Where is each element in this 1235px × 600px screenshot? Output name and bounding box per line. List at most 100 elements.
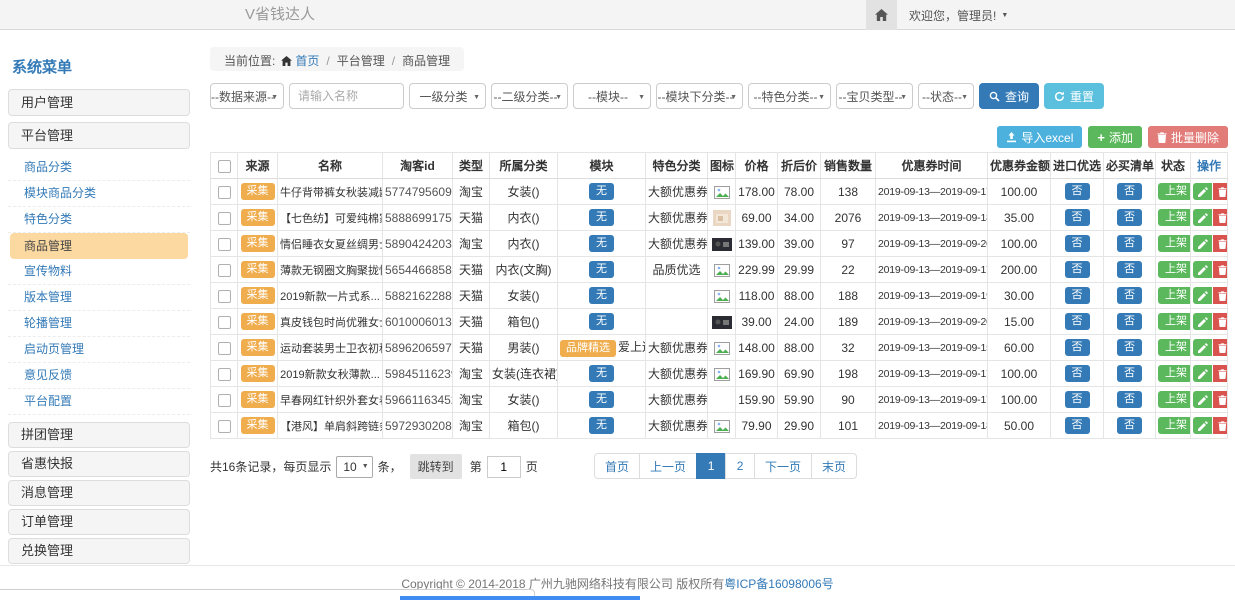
delete-button[interactable] [1213, 417, 1228, 434]
sidebar-group[interactable]: 订单管理 [8, 509, 190, 535]
sidebar-subitem[interactable]: 模块商品分类 [8, 181, 190, 207]
delete-button[interactable] [1213, 287, 1228, 304]
sidebar-group[interactable]: 用户管理 [8, 89, 190, 116]
delete-button[interactable] [1213, 261, 1228, 278]
edit-button[interactable] [1193, 365, 1212, 382]
sidebar-group[interactable]: 省惠快报 [8, 451, 190, 477]
pager-first[interactable]: 首页 [594, 453, 640, 479]
import-select-toggle[interactable]: 否 [1065, 235, 1090, 252]
status-on-shelf-button[interactable]: 上架 [1158, 261, 1191, 278]
sidebar-group[interactable]: 兑换管理 [8, 538, 190, 564]
row-checkbox[interactable] [218, 264, 231, 277]
filter-select[interactable]: --模块--▼ [573, 83, 651, 109]
sidebar-subitem[interactable]: 平台配置 [8, 389, 190, 415]
import-select-toggle[interactable]: 否 [1065, 313, 1090, 330]
row-checkbox[interactable] [218, 342, 231, 355]
row-checkbox[interactable] [218, 316, 231, 329]
page-number-input[interactable] [487, 456, 521, 478]
filter-select[interactable]: --宝贝类型--▼ [836, 83, 913, 109]
row-checkbox[interactable] [218, 186, 231, 199]
row-checkbox[interactable] [218, 394, 231, 407]
filter-select[interactable]: --模块下分类--▼ [656, 83, 743, 109]
status-on-shelf-button[interactable]: 上架 [1158, 365, 1191, 382]
row-checkbox[interactable] [218, 290, 231, 303]
must-buy-toggle[interactable]: 否 [1117, 261, 1142, 278]
sidebar-subitem[interactable]: 意见反馈 [8, 363, 190, 389]
must-buy-toggle[interactable]: 否 [1117, 235, 1142, 252]
row-checkbox[interactable] [218, 420, 231, 433]
must-buy-toggle[interactable]: 否 [1117, 417, 1142, 434]
status-on-shelf-button[interactable]: 上架 [1158, 209, 1191, 226]
pager-page-2[interactable]: 2 [725, 453, 755, 479]
bulk-delete-button[interactable]: 批量删除 [1148, 126, 1228, 148]
edit-button[interactable] [1193, 417, 1212, 434]
must-buy-toggle[interactable]: 否 [1117, 365, 1142, 382]
must-buy-toggle[interactable]: 否 [1117, 313, 1142, 330]
filter-select[interactable]: --特色分类--▼ [748, 83, 831, 109]
sidebar-subitem[interactable]: 宣传物料 [8, 259, 190, 285]
edit-button[interactable] [1193, 209, 1212, 226]
delete-button[interactable] [1213, 313, 1228, 330]
pager-page-1[interactable]: 1 [696, 453, 726, 479]
import-select-toggle[interactable]: 否 [1065, 183, 1090, 200]
pager-last[interactable]: 末页 [811, 453, 857, 479]
filter-select[interactable]: --数据来源--▼ [210, 83, 284, 109]
import-select-toggle[interactable]: 否 [1065, 391, 1090, 408]
edit-button[interactable] [1193, 235, 1212, 252]
status-on-shelf-button[interactable]: 上架 [1158, 391, 1191, 408]
sidebar-subitem[interactable]: 商品管理 [10, 233, 188, 259]
breadcrumb-home-link[interactable]: 首页 [295, 54, 319, 68]
must-buy-toggle[interactable]: 否 [1117, 339, 1142, 356]
row-checkbox[interactable] [218, 238, 231, 251]
sidebar-subitem[interactable]: 版本管理 [8, 285, 190, 311]
status-on-shelf-button[interactable]: 上架 [1158, 183, 1191, 200]
must-buy-toggle[interactable]: 否 [1117, 391, 1142, 408]
filter-select[interactable]: --二级分类--▼ [491, 83, 568, 109]
select-all-checkbox[interactable] [218, 160, 231, 173]
user-menu[interactable]: 欢迎您，管理员! ▼ [909, 7, 1008, 24]
status-on-shelf-button[interactable]: 上架 [1158, 417, 1191, 434]
must-buy-toggle[interactable]: 否 [1117, 183, 1142, 200]
sidebar-group[interactable]: 平台管理 [8, 122, 190, 149]
status-on-shelf-button[interactable]: 上架 [1158, 339, 1191, 356]
edit-button[interactable] [1193, 261, 1212, 278]
import-select-toggle[interactable]: 否 [1065, 287, 1090, 304]
sidebar-subitem[interactable]: 特色分类 [8, 207, 190, 233]
per-page-select[interactable]: 10 ▼ [336, 456, 372, 478]
import-select-toggle[interactable]: 否 [1065, 365, 1090, 382]
sidebar-group[interactable]: 消息管理 [8, 480, 190, 506]
edit-button[interactable] [1193, 313, 1212, 330]
delete-button[interactable] [1213, 183, 1228, 200]
must-buy-toggle[interactable]: 否 [1117, 287, 1142, 304]
sidebar-subitem[interactable]: 轮播管理 [8, 311, 190, 337]
status-on-shelf-button[interactable]: 上架 [1158, 287, 1191, 304]
delete-button[interactable] [1213, 339, 1228, 356]
edit-button[interactable] [1193, 391, 1212, 408]
pager-next[interactable]: 下一页 [754, 453, 812, 479]
pager-prev[interactable]: 上一页 [639, 453, 697, 479]
import-select-toggle[interactable]: 否 [1065, 209, 1090, 226]
sidebar-subitem[interactable]: 商品分类 [8, 155, 190, 181]
import-select-toggle[interactable]: 否 [1065, 261, 1090, 278]
delete-button[interactable] [1213, 365, 1228, 382]
jump-button[interactable]: 跳转到 [410, 454, 462, 479]
filter-select[interactable]: --状态--▼ [918, 83, 974, 109]
home-button[interactable] [866, 0, 897, 30]
filter-select[interactable]: 一级分类▼ [409, 83, 486, 109]
row-checkbox[interactable] [218, 368, 231, 381]
delete-button[interactable] [1213, 209, 1228, 226]
delete-button[interactable] [1213, 235, 1228, 252]
edit-button[interactable] [1193, 339, 1212, 356]
import-excel-button[interactable]: 导入excel [997, 126, 1082, 148]
delete-button[interactable] [1213, 391, 1228, 408]
icp-link[interactable]: 粤ICP备16098006号 [724, 575, 833, 592]
reset-button[interactable]: 重置 [1044, 83, 1104, 109]
status-on-shelf-button[interactable]: 上架 [1158, 313, 1191, 330]
row-checkbox[interactable] [218, 212, 231, 225]
import-select-toggle[interactable]: 否 [1065, 339, 1090, 356]
import-select-toggle[interactable]: 否 [1065, 417, 1090, 434]
status-on-shelf-button[interactable]: 上架 [1158, 235, 1191, 252]
sidebar-subitem[interactable]: 启动页管理 [8, 337, 190, 363]
edit-button[interactable] [1193, 287, 1212, 304]
sidebar-group[interactable]: 拼团管理 [8, 422, 190, 448]
